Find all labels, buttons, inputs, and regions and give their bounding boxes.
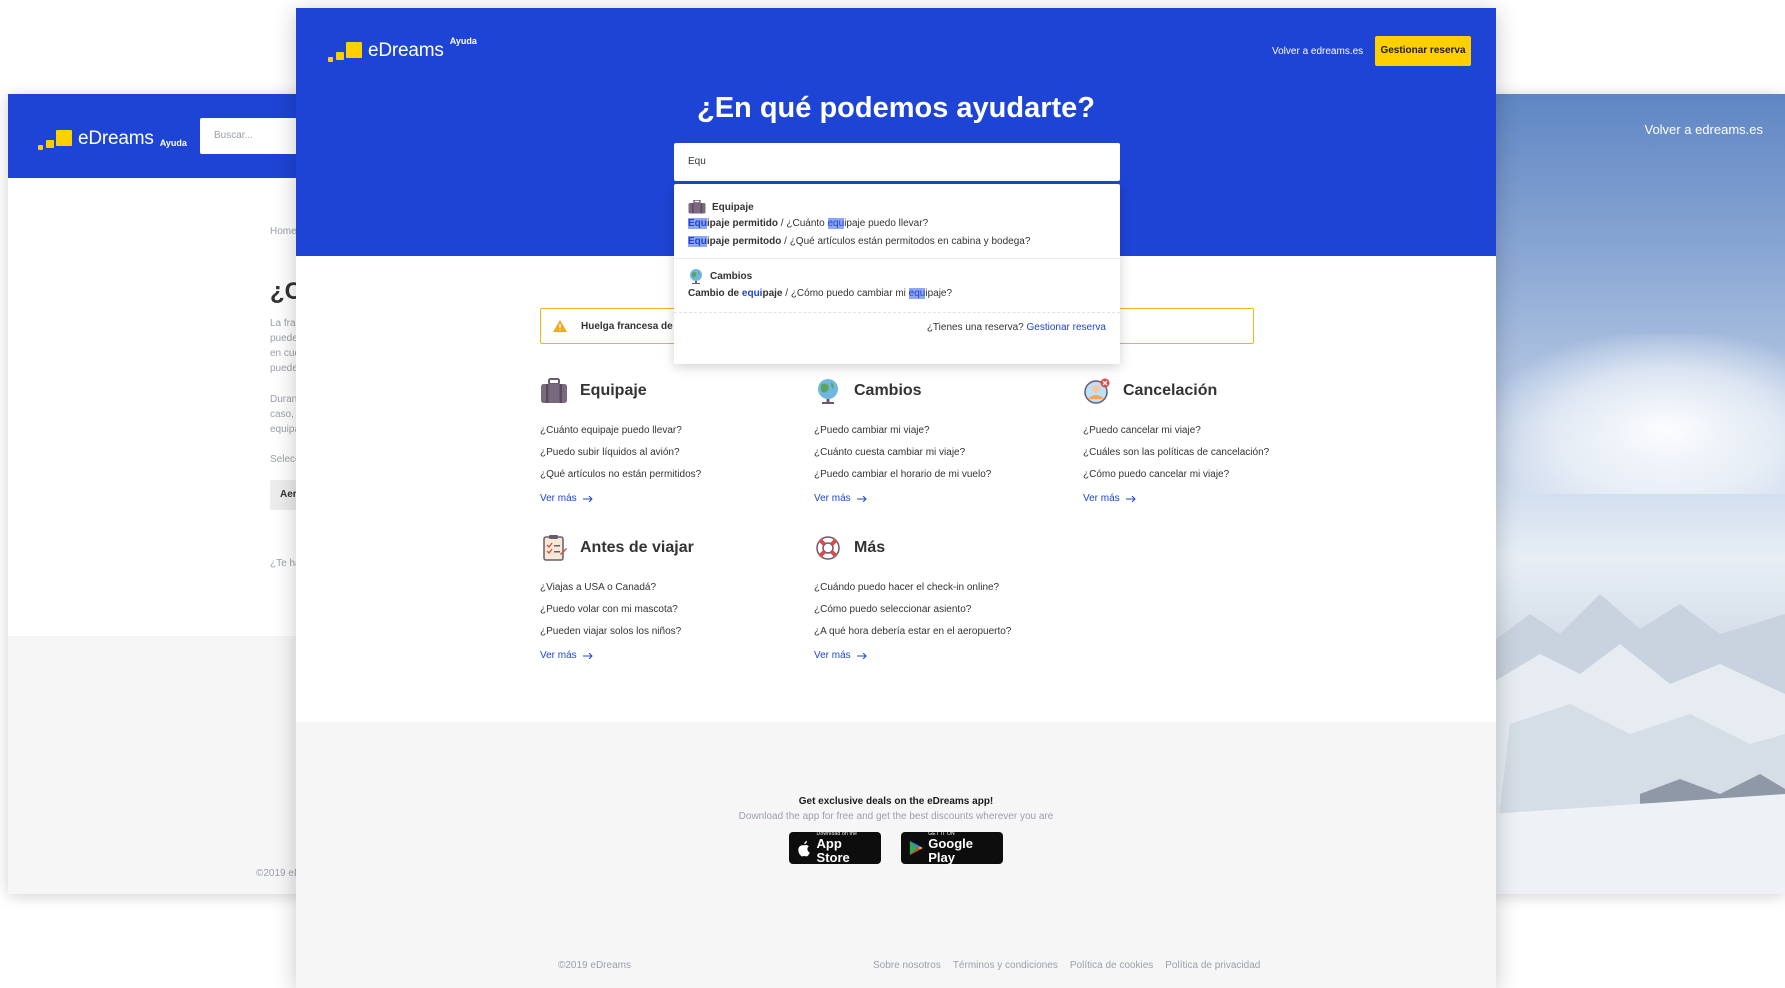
google-play-button[interactable]: GET IT ON Google Play <box>901 831 1003 865</box>
suggestion-category-cambios: Cambios <box>688 268 752 284</box>
clouds-image <box>1490 334 1785 494</box>
googleplay-big-text: Google Play <box>928 836 973 865</box>
main-logo[interactable]: eDreams Ayuda <box>328 36 477 62</box>
appstore-big-text: App Store <box>816 836 850 865</box>
category-equipaje: Equipaje ¿Cuánto equipaje puedo llevar? … <box>540 376 701 510</box>
category-title[interactable]: Antes de viajar <box>580 539 694 557</box>
dropdown-divider <box>674 258 1120 259</box>
app-promo-title: Get exclusive deals on the eDreams app! <box>798 796 994 807</box>
user-cancel-icon <box>1084 378 1110 404</box>
warning-icon <box>553 320 567 332</box>
category-antes-de-viajar: Antes de viajar ¿Viajas a USA o Canadá? … <box>540 533 694 667</box>
category-title[interactable]: Cancelación <box>1123 382 1217 400</box>
footer-links: Sobre nosotros Términos y condiciones Po… <box>873 960 1260 971</box>
faq-link[interactable]: ¿Puedo cambiar mi viaje? <box>814 420 991 442</box>
faq-link[interactable]: ¿Cuáles son las políticas de cancelación… <box>1083 442 1269 464</box>
faq-link[interactable]: ¿Qué artículos no están permitidos? <box>540 464 701 486</box>
suggestion-result[interactable]: Equipaje permitodo / ¿Qué artículos está… <box>688 236 1030 247</box>
see-more-link[interactable]: Ver más <box>540 488 701 510</box>
footer-link-terms[interactable]: Términos y condiciones <box>953 960 1058 971</box>
see-more-link[interactable]: Ver más <box>814 645 1011 667</box>
logo-sub: Ayuda <box>159 138 187 148</box>
suitcase-icon <box>688 200 706 214</box>
snowy-mountains-image <box>1490 594 1785 894</box>
search-input[interactable]: Equ <box>674 143 1120 181</box>
faq-link[interactable]: ¿Puedo subir líquidos al avión? <box>540 442 701 464</box>
page-footer: Get exclusive deals on the eDreams app! … <box>296 722 1496 988</box>
faq-link[interactable]: ¿Cómo puedo seleccionar asiento? <box>814 599 1011 621</box>
bg-left-header: eDreams Ayuda Buscar... <box>8 94 308 178</box>
hero-title: ¿En qué podemos ayudarte? <box>697 92 1095 124</box>
footer-copyright: ©2019 eDreams <box>558 960 631 971</box>
edreams-logo-mark-icon <box>328 38 364 62</box>
checklist-icon <box>543 535 567 561</box>
app-promo-subtitle: Download the app for free and get the be… <box>738 811 1054 822</box>
arrow-right-icon <box>856 653 867 659</box>
category-mas: Más ¿Cuándo puedo hacer el check-in onli… <box>814 533 1011 667</box>
dropdown-footer: ¿Tienes una reserva? Gestionar reserva <box>926 322 1106 333</box>
category-title[interactable]: Más <box>854 539 885 557</box>
bg-left-breadcrumb[interactable]: Home <box>270 226 297 237</box>
faq-link[interactable]: ¿Puedo cambiar el horario de mi vuelo? <box>814 464 991 486</box>
globe-icon <box>818 379 838 404</box>
category-cancelacion: Cancelación ¿Puedo cancelar mi viaje? ¿C… <box>1083 376 1269 510</box>
category-cambios: Cambios ¿Puedo cambiar mi viaje? ¿Cuánto… <box>814 376 991 510</box>
faq-link[interactable]: ¿Cómo puedo cancelar mi viaje? <box>1083 464 1269 486</box>
lifebuoy-icon <box>816 536 840 560</box>
see-more-link[interactable]: Ver más <box>540 645 694 667</box>
help-center-window: eDreams Ayuda Volver a edreams.es Gestio… <box>296 8 1496 988</box>
background-landscape-window: Volver a edreams.es <box>1490 94 1785 894</box>
suggestion-result[interactable]: Equipaje permitido / ¿Cuánto equipaje pu… <box>688 218 928 229</box>
apple-icon <box>798 840 810 856</box>
dropdown-dashed-divider <box>674 312 1120 313</box>
see-more-link[interactable]: Ver más <box>814 488 991 510</box>
dropdown-manage-booking-link[interactable]: Gestionar reserva <box>1027 322 1106 333</box>
faq-link[interactable]: ¿A qué hora debería estar en el aeropuer… <box>814 621 1011 643</box>
background-help-article-window: eDreams Ayuda Buscar... Home ¿Cu La frar… <box>8 94 308 894</box>
bg-left-logo[interactable]: eDreams Ayuda <box>38 126 187 150</box>
app-store-button[interactable]: Download on the App Store <box>789 831 881 865</box>
suggestion-result[interactable]: Cambio de equipaje / ¿Cómo puedo cambiar… <box>688 288 952 299</box>
footer-link-privacy[interactable]: Política de privacidad <box>1165 960 1260 971</box>
arrow-right-icon <box>582 653 593 659</box>
search-suggestions-dropdown: Equipaje Equipaje permitido / ¿Cuánto eq… <box>674 184 1120 364</box>
manage-booking-button[interactable]: Gestionar reserva <box>1375 36 1471 66</box>
logo-name: eDreams <box>78 128 154 149</box>
logo-sub: Ayuda <box>449 36 477 46</box>
google-play-icon <box>909 840 923 856</box>
faq-link[interactable]: ¿Cuánto equipaje puedo llevar? <box>540 420 701 442</box>
suitcase-icon <box>541 378 567 403</box>
edreams-logo-mark-icon <box>38 126 74 150</box>
footer-link-about[interactable]: Sobre nosotros <box>873 960 941 971</box>
faq-link[interactable]: ¿Puedo volar con mi mascota? <box>540 599 694 621</box>
arrow-right-icon <box>1125 496 1136 502</box>
bg-right-back-link[interactable]: Volver a edreams.es <box>1644 122 1763 137</box>
faq-link[interactable]: ¿Viajas a USA o Canadá? <box>540 577 694 599</box>
bg-left-footer <box>8 636 308 894</box>
bg-left-search-input[interactable]: Buscar... <box>200 118 308 154</box>
category-title[interactable]: Equipaje <box>580 382 647 400</box>
screenshot-stage: eDreams Ayuda Buscar... Home ¿Cu La frar… <box>0 0 1785 988</box>
arrow-right-icon <box>582 496 593 502</box>
arrow-right-icon <box>856 496 867 502</box>
suggestion-category-equipaje: Equipaje <box>688 200 754 214</box>
logo-name: eDreams <box>368 40 444 61</box>
globe-icon <box>690 269 702 284</box>
footer-link-cookies[interactable]: Política de cookies <box>1070 960 1153 971</box>
faq-link[interactable]: ¿Cuánto cuesta cambiar mi viaje? <box>814 442 991 464</box>
see-more-link[interactable]: Ver más <box>1083 488 1269 510</box>
faq-link[interactable]: ¿Pueden viajar solos los niños? <box>540 621 694 643</box>
back-to-edreams-link[interactable]: Volver a edreams.es <box>1272 46 1363 57</box>
faq-link[interactable]: ¿Puedo cancelar mi viaje? <box>1083 420 1269 442</box>
faq-link[interactable]: ¿Cuándo puedo hacer el check-in online? <box>814 577 1011 599</box>
bg-left-copyright: ©2019 eD <box>256 868 302 879</box>
category-title[interactable]: Cambios <box>854 382 922 400</box>
